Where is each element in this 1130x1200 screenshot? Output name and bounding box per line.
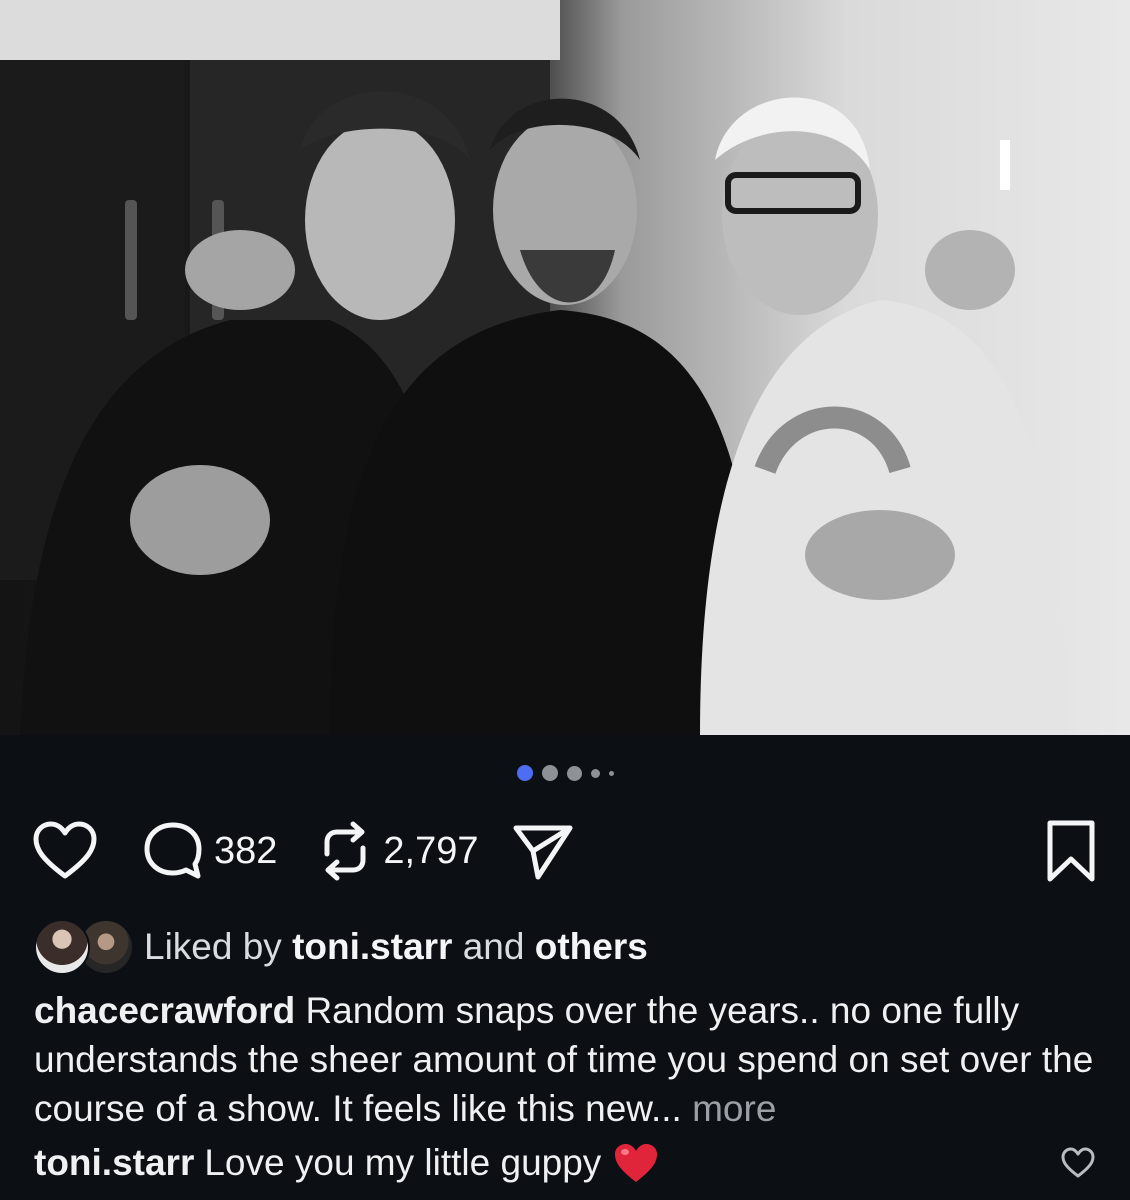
post-photo[interactable] (0, 0, 1130, 735)
red-heart-emoji-icon (613, 1142, 659, 1184)
comment-like-icon[interactable] (1060, 1147, 1096, 1179)
repost-count: 2,797 (383, 829, 479, 872)
comment-username[interactable]: toni.starr (34, 1142, 194, 1184)
bookmark-icon[interactable] (1044, 819, 1098, 883)
carousel-dot (608, 770, 614, 776)
comment-bubble-icon[interactable] (142, 820, 204, 882)
liked-by-prefix: Liked by (144, 926, 282, 967)
carousel-dot (541, 765, 558, 781)
liked-by-user[interactable]: toni.starr (292, 926, 452, 968)
repost-icon[interactable] (317, 818, 373, 884)
comment-text: Love you my little guppy (204, 1142, 602, 1183)
carousel-dot (566, 765, 582, 781)
heart-outline-icon[interactable] (32, 821, 98, 881)
liked-by-row[interactable]: Liked by toni.starr and others (34, 918, 648, 976)
liked-by-others[interactable]: others (535, 926, 648, 968)
carousel-dot (590, 768, 600, 778)
post-caption: chacecrawford Random snaps over the year… (34, 986, 1094, 1133)
liked-by-avatars (34, 919, 134, 975)
photo-illustration (0, 0, 1130, 735)
liked-by-joiner: and (462, 926, 525, 967)
comment-row: toni.starr Love you my little guppy (34, 1136, 1096, 1190)
comment-count: 382 (214, 829, 278, 872)
send-icon[interactable] (511, 821, 575, 881)
post-action-bar: 382 2,797 (32, 818, 1098, 884)
caption-username[interactable]: chacecrawford (34, 990, 295, 1031)
caption-more-link[interactable]: more (692, 1088, 776, 1129)
avatar (34, 919, 90, 975)
carousel-dot-active (516, 765, 533, 781)
carousel-indicator (0, 765, 1130, 781)
